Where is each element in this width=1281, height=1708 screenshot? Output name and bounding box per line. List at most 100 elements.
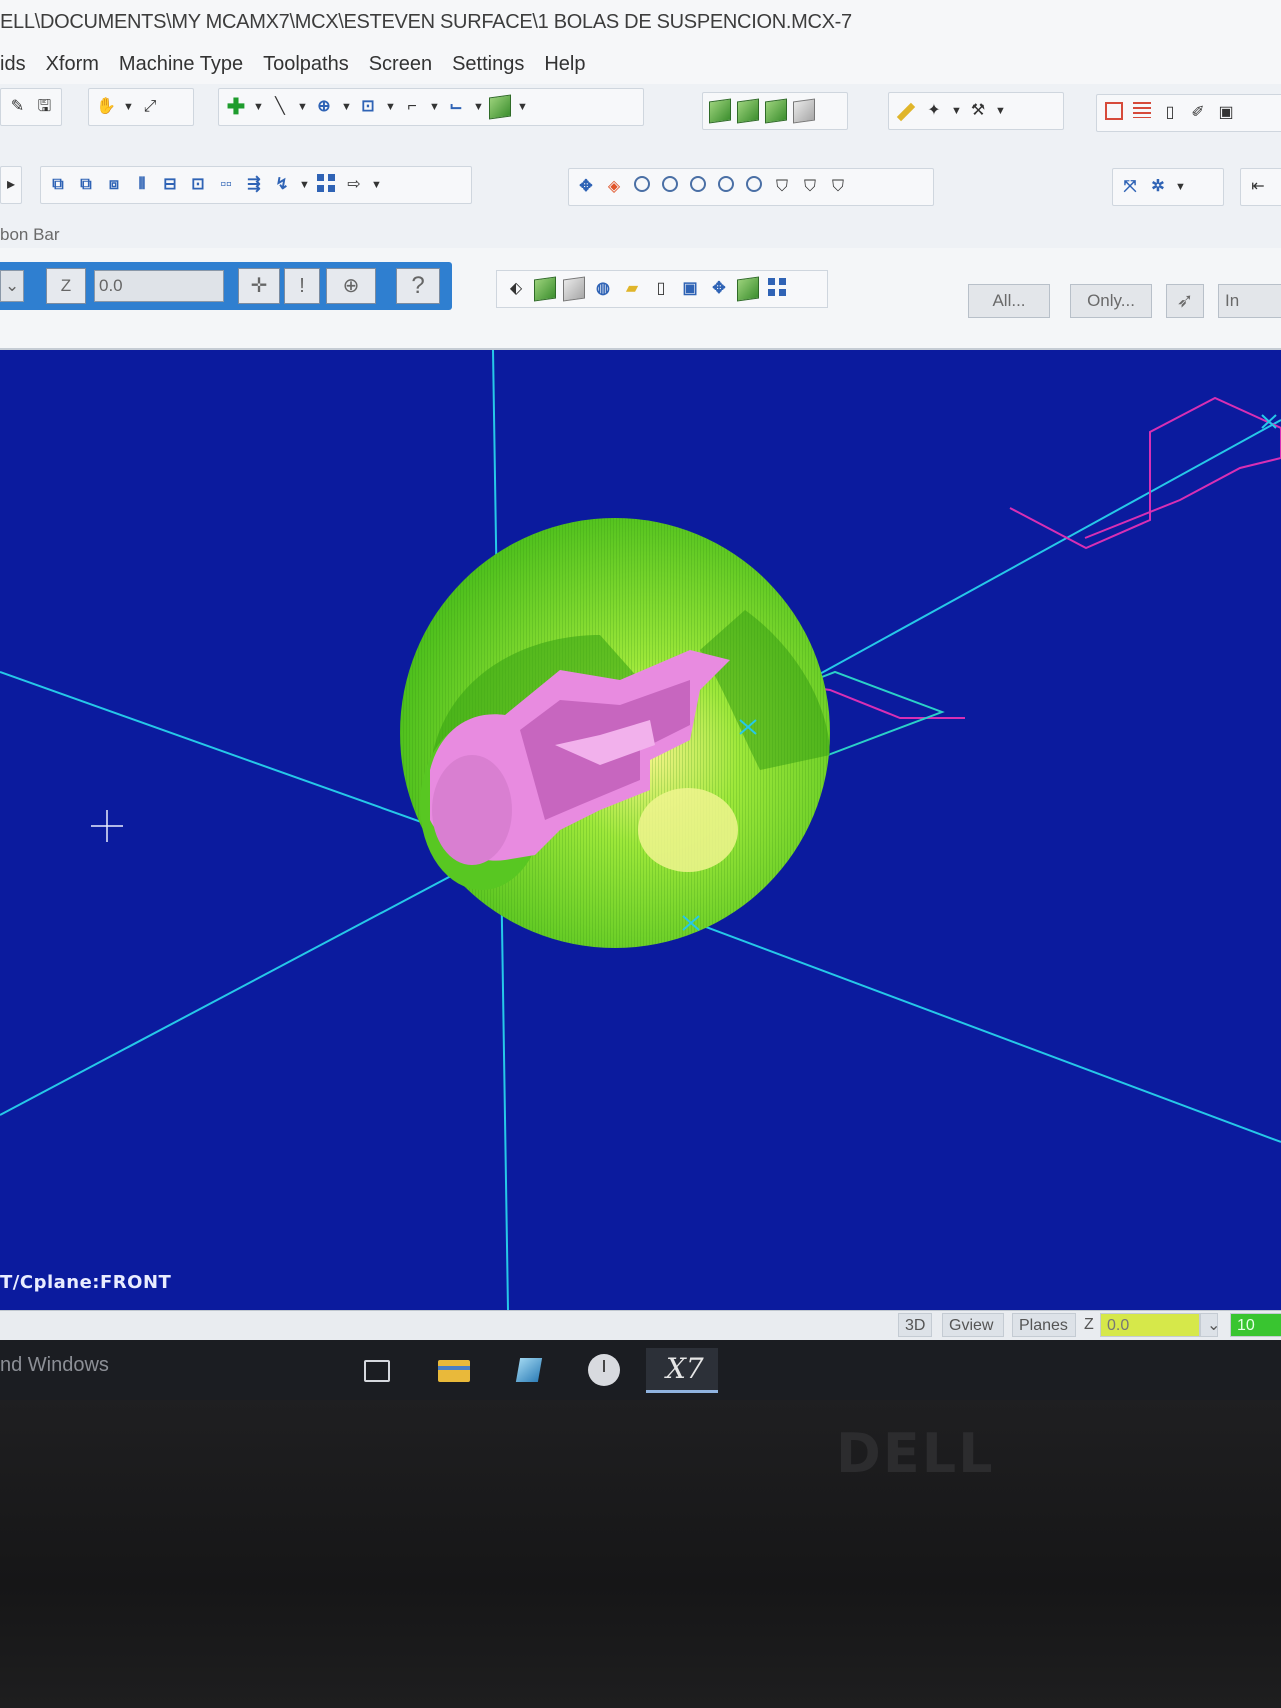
translate-icon[interactable]: ⧉ (47, 174, 69, 196)
chevron-down-icon[interactable]: ▼ (297, 101, 308, 113)
fast-point-icon[interactable]: ✛ (238, 268, 280, 304)
file-icon[interactable]: ▯ (650, 278, 672, 300)
shaded-cube-icon[interactable] (709, 98, 731, 124)
chevron-down-icon[interactable]: ▼ (299, 179, 310, 191)
edit-icon[interactable]: ✐ (1187, 102, 1209, 124)
chevron-down-icon[interactable]: ▼ (341, 101, 352, 113)
shaded-cube-icon[interactable] (737, 98, 759, 124)
open-icon[interactable]: ▰ (621, 278, 643, 300)
chevron-down-icon[interactable]: ▼ (429, 101, 440, 113)
fit-icon[interactable]: ◈ (603, 176, 625, 198)
zoom-window-icon[interactable] (631, 176, 653, 198)
grid-icon[interactable] (315, 174, 337, 196)
menu-item-settings[interactable]: Settings (452, 53, 524, 76)
wireframe-cube-icon[interactable] (793, 98, 815, 124)
menu-item-machine-type[interactable]: Machine Type (119, 53, 243, 76)
clock-app-icon[interactable] (584, 1352, 624, 1388)
create-point-icon[interactable]: ✚ (225, 96, 247, 118)
select-only-button[interactable]: Only... (1070, 284, 1152, 318)
attributes-icon[interactable]: ✦ (923, 100, 945, 122)
create-circle-icon[interactable]: ⊕ (313, 96, 335, 118)
menu-item-help[interactable]: Help (544, 53, 585, 76)
roll-icon[interactable]: ↯ (271, 174, 293, 196)
pencil-icon[interactable] (895, 100, 917, 122)
fillet-icon[interactable]: ⌐ (401, 96, 423, 118)
array-icon[interactable]: ▫▫ (215, 174, 237, 196)
group-icon[interactable] (766, 278, 788, 300)
arrow-icon[interactable]: ⇤ (1247, 176, 1269, 198)
help-icon[interactable]: ? (396, 268, 440, 304)
save-icon[interactable]: ▣ (679, 278, 701, 300)
select-icon[interactable]: ⬖ (505, 278, 527, 300)
mastercam-taskbar-button[interactable]: X7 (646, 1348, 718, 1393)
offset-icon[interactable]: ⊡ (187, 174, 209, 196)
solid-body-icon[interactable] (737, 276, 759, 302)
mirror-icon[interactable]: ⫴ (131, 174, 153, 196)
axis-icon[interactable]: ⤧ (1119, 176, 1141, 198)
zoom-target-icon[interactable] (659, 176, 681, 198)
tool-icon[interactable]: ⚒ (967, 100, 989, 122)
chevron-down-icon[interactable]: ⌄ (1200, 1313, 1220, 1337)
zoom-in-icon[interactable] (687, 176, 709, 198)
pointer-icon[interactable]: ➶ (1166, 284, 1204, 318)
chevron-down-icon[interactable]: ▼ (123, 101, 134, 113)
solid-select-icon[interactable] (534, 276, 556, 302)
autocursor-icon[interactable]: ⊕ (326, 268, 376, 304)
menu-item-screen[interactable]: Screen (369, 53, 432, 76)
translate-plane-icon[interactable]: ⧉ (75, 174, 97, 196)
rotate-icon[interactable]: ⧈ (103, 174, 125, 196)
scale-icon[interactable]: ⊟ (159, 174, 181, 196)
file-explorer-icon[interactable] (434, 1352, 474, 1388)
menu-item-xform[interactable]: Xform (46, 53, 99, 76)
pen-icon[interactable]: ✎ (7, 96, 28, 118)
chevron-down-icon[interactable]: ▼ (951, 105, 962, 117)
planes-button[interactable]: Planes (1012, 1313, 1076, 1337)
document-icon[interactable]: ▯ (1159, 102, 1181, 124)
spline-icon[interactable]: ⌙ (445, 96, 467, 118)
face-select-icon[interactable] (563, 276, 585, 302)
solid-icon[interactable] (489, 94, 511, 120)
menu-item-solids[interactable]: ids (0, 53, 26, 76)
chevron-down-icon[interactable]: ▼ (371, 179, 382, 191)
chevron-down-icon[interactable]: ▼ (385, 101, 396, 113)
unzoom-icon[interactable] (743, 176, 765, 198)
chevron-down-icon[interactable]: ▼ (517, 101, 528, 113)
chevron-down-icon[interactable]: ▼ (995, 105, 1006, 117)
shaded-cube-icon[interactable] (765, 98, 787, 124)
stretch-icon[interactable]: ⇶ (243, 174, 265, 196)
menu-item-toolpaths[interactable]: Toolpaths (263, 53, 349, 76)
wcs-icon[interactable]: ✲ (1147, 176, 1169, 198)
alert-icon[interactable]: ! (284, 268, 320, 304)
drag-icon[interactable]: ⇨ (343, 174, 365, 196)
selection-mode-field[interactable]: In (1218, 284, 1281, 318)
chevron-down-icon[interactable]: ▼ (473, 101, 484, 113)
sphere-icon[interactable]: ◍ (592, 278, 614, 300)
arrow-icon[interactable]: ▸ (7, 174, 15, 196)
gview-top-icon[interactable]: ⛉ (771, 176, 793, 198)
grid-icon[interactable] (1103, 102, 1125, 124)
view-3d-button[interactable]: 3D (898, 1313, 932, 1337)
app-icon[interactable] (510, 1352, 550, 1388)
pan-icon[interactable]: ✥ (575, 176, 597, 198)
move-icon[interactable]: ✥ (708, 278, 730, 300)
zoom-out-icon[interactable] (715, 176, 737, 198)
select-all-button[interactable]: All... (968, 284, 1050, 318)
model-view[interactable] (0, 350, 1281, 1310)
list-icon[interactable] (1131, 102, 1153, 124)
z-depth-input[interactable]: 0.0 (94, 270, 224, 302)
gview-iso-icon[interactable]: ⛉ (827, 176, 849, 198)
create-line-icon[interactable]: ╲ (269, 96, 291, 118)
z-depth-label[interactable]: Z (46, 268, 86, 304)
gview-button[interactable]: Gview (942, 1313, 1004, 1337)
chevron-down-icon[interactable]: ▼ (1175, 181, 1186, 193)
dimension-icon[interactable]: ⤢ (139, 96, 161, 118)
point-type-dropdown[interactable]: ⌄ (0, 270, 24, 302)
save-as-icon[interactable]: 🖫 (34, 96, 55, 118)
z-depth-field[interactable]: 0.0 (1100, 1313, 1200, 1337)
chevron-down-icon[interactable]: ▼ (253, 101, 264, 113)
task-view-icon[interactable] (356, 1352, 396, 1388)
level-field[interactable]: 10 (1230, 1313, 1281, 1337)
graphics-viewport[interactable]: T/Cplane:FRONT (0, 350, 1281, 1310)
machine-icon[interactable]: ▣ (1215, 102, 1237, 124)
analyze-icon[interactable]: ✋ (95, 96, 117, 118)
